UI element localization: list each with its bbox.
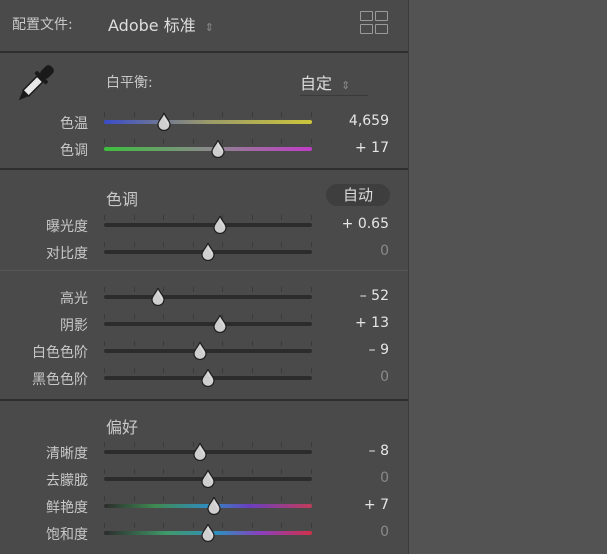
slider-thumb[interactable] <box>211 138 225 159</box>
auto-tone-button[interactable]: 自动 <box>326 184 390 206</box>
section-divider <box>0 51 408 53</box>
slider-value[interactable]: + 0.65 <box>330 216 389 232</box>
white-balance-underline <box>300 95 368 96</box>
profile-browser-grid-icon[interactable] <box>360 11 390 35</box>
slider-value[interactable]: + 7 <box>330 497 389 513</box>
slider-ticks <box>104 139 312 145</box>
slider-label: 色温 <box>60 116 88 132</box>
white-balance-select[interactable]: 自定 ⇕ <box>300 70 350 94</box>
slider-thumb[interactable] <box>207 495 221 516</box>
slider-value[interactable]: – 9 <box>330 342 389 358</box>
slider-row: 色调 + 17 <box>0 138 408 169</box>
profile-select-arrows: ⇕ <box>204 21 215 34</box>
section-divider <box>0 270 408 271</box>
slider-thumb[interactable] <box>157 111 171 132</box>
profile-value: Adobe 标准 <box>108 16 196 35</box>
slider-value[interactable]: + 13 <box>330 315 389 331</box>
eyedropper-icon[interactable] <box>10 60 60 108</box>
slider-label: 鲜艳度 <box>46 500 88 516</box>
slider-label: 高光 <box>60 291 88 307</box>
white-balance-select-arrows: ⇕ <box>341 79 351 92</box>
white-balance-label: 白平衡: <box>106 75 153 91</box>
slider-value[interactable]: – 8 <box>330 443 389 459</box>
slider-thumb[interactable] <box>193 340 207 361</box>
tone-title: 色调 <box>106 190 139 209</box>
slider-ticks <box>104 215 312 221</box>
slider-label: 白色色阶 <box>32 345 88 361</box>
slider-value[interactable]: – 52 <box>330 288 389 304</box>
slider-label: 曝光度 <box>46 219 88 235</box>
white-balance-value: 自定 <box>300 74 333 93</box>
profile-select[interactable]: Adobe 标准 ⇕ <box>108 12 214 36</box>
slider-label: 阴影 <box>60 318 88 334</box>
slider-track[interactable] <box>104 120 312 124</box>
slider-value[interactable]: 4,659 <box>330 113 389 129</box>
slider-ticks <box>104 287 312 293</box>
basic-panel: 配置文件: Adobe 标准 ⇕ 白平衡: 自定 ⇕ 色温 4,659 色调 + 17… <box>0 0 409 554</box>
slider-track[interactable] <box>104 295 312 299</box>
slider-label: 对比度 <box>46 246 88 262</box>
slider-row: 黑色色阶 0 <box>0 367 408 398</box>
slider-ticks <box>104 442 312 448</box>
slider-label: 黑色色阶 <box>32 372 88 388</box>
slider-ticks <box>104 341 312 347</box>
section-divider <box>0 168 408 170</box>
slider-thumb[interactable] <box>213 214 228 235</box>
slider-thumb[interactable] <box>213 313 228 334</box>
slider-track[interactable] <box>104 223 312 227</box>
slider-label: 饱和度 <box>46 527 88 543</box>
slider-thumb[interactable] <box>151 286 165 307</box>
presence-title: 偏好 <box>106 418 139 437</box>
slider-value[interactable]: 0 <box>330 524 389 540</box>
slider-thumb[interactable] <box>201 468 215 489</box>
slider-thumb[interactable] <box>193 441 207 462</box>
slider-row: 饱和度 0 <box>0 522 408 553</box>
slider-thumb[interactable] <box>201 241 215 262</box>
section-divider <box>0 399 408 401</box>
profile-label: 配置文件: <box>12 17 73 33</box>
slider-thumb[interactable] <box>201 367 215 388</box>
slider-track[interactable] <box>104 450 312 454</box>
slider-thumb[interactable] <box>201 522 215 543</box>
slider-value[interactable]: 0 <box>330 470 389 486</box>
slider-value[interactable]: 0 <box>330 369 389 385</box>
slider-value[interactable]: + 17 <box>330 140 389 156</box>
slider-track[interactable] <box>104 147 312 151</box>
slider-ticks <box>104 112 312 118</box>
slider-label: 色调 <box>60 143 88 159</box>
slider-label: 去朦胧 <box>46 473 88 489</box>
slider-track[interactable] <box>104 322 312 326</box>
slider-label: 清晰度 <box>46 446 88 462</box>
slider-track[interactable] <box>104 349 312 353</box>
slider-ticks <box>104 314 312 320</box>
slider-row: 对比度 0 <box>0 241 408 272</box>
slider-value[interactable]: 0 <box>330 243 389 259</box>
